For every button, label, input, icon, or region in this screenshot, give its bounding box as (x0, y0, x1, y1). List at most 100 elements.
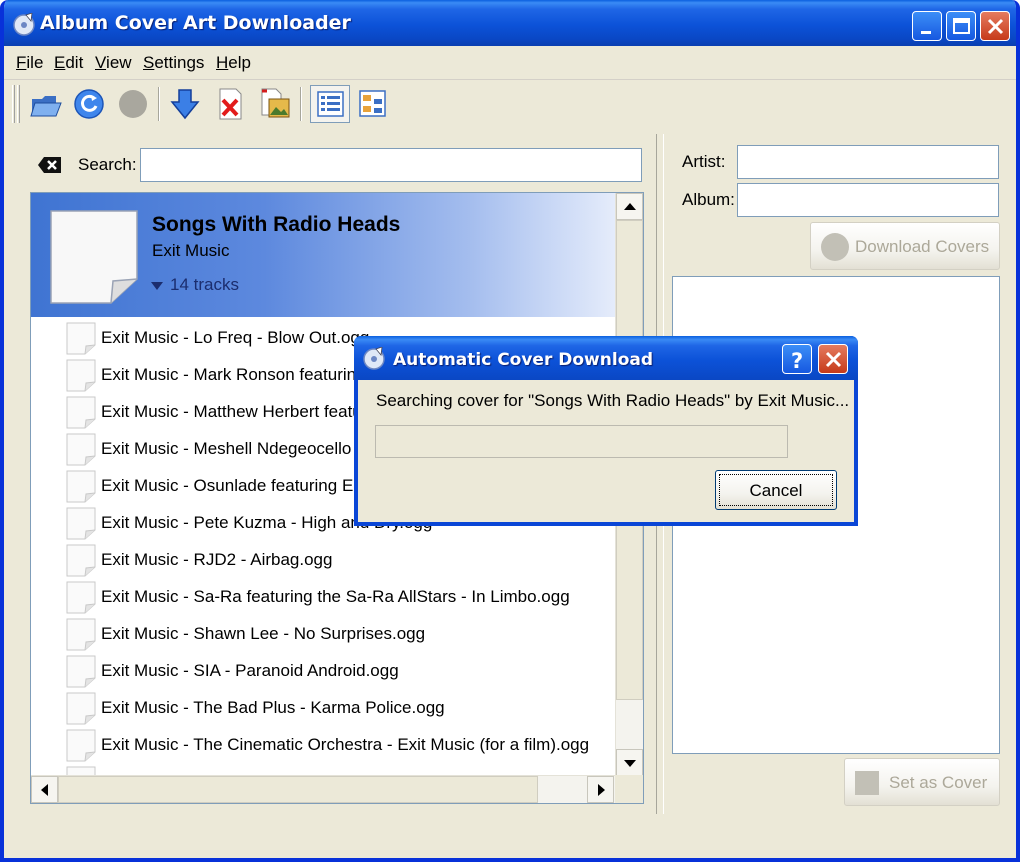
stop-icon (119, 90, 147, 118)
file-icon (66, 470, 96, 503)
album-cover-placeholder-icon (50, 210, 138, 304)
toolbar-grip[interactable] (12, 85, 15, 123)
album-title: Songs With Radio Heads (152, 213, 401, 236)
window-title: Album Cover Art Downloader (40, 12, 351, 34)
menu-settings[interactable]: Settings (143, 53, 204, 73)
file-icon (66, 692, 96, 725)
refresh-icon (74, 89, 104, 119)
file-icon (66, 359, 96, 392)
menu-edit[interactable]: Edit (54, 53, 83, 73)
album-label: Album: (682, 190, 735, 209)
scroll-up-button[interactable] (616, 193, 643, 220)
file-icon (66, 544, 96, 577)
file-icon (66, 507, 96, 540)
album-artist: Exit Music (152, 241, 230, 260)
set-cover-button[interactable] (254, 85, 294, 123)
scroll-left-button[interactable] (31, 776, 58, 803)
cancel-label: Cancel (749, 481, 803, 500)
scroll-up-icon (624, 203, 636, 210)
track-name: Exit Music - Meshell Ndegeocello a (101, 439, 366, 458)
minimize-button[interactable] (912, 11, 942, 41)
cancel-button[interactable]: Cancel (715, 470, 837, 510)
set-as-cover-button[interactable]: Set as Cover (844, 758, 1000, 806)
clear-search-icon[interactable] (36, 154, 64, 176)
search-input[interactable] (140, 148, 642, 182)
track-row[interactable]: Exit Music - RJD2 - Airbag.ogg (31, 541, 615, 578)
menu-help[interactable]: Help (216, 53, 251, 73)
track-row[interactable]: Exit Music - The Cinematic Orchestra - E… (31, 726, 615, 763)
dialog-close-icon (825, 351, 842, 368)
app-icon (13, 13, 35, 36)
download-progress-bar (375, 425, 788, 458)
track-row[interactable]: Exit Music - The Bad Plus - Karma Police… (31, 689, 615, 726)
list-view-icon (317, 91, 344, 117)
download-covers-button[interactable]: Download Covers (810, 222, 1000, 270)
download-covers-icon (821, 233, 849, 261)
list-view-button[interactable] (310, 85, 350, 123)
delete-button[interactable] (210, 85, 250, 123)
scroll-right-button[interactable] (587, 776, 614, 803)
album-group-header[interactable]: Songs With Radio Heads Exit Music 14 tra… (31, 193, 615, 317)
track-name: Exit Music - SIA - Paranoid Android.ogg (101, 661, 399, 680)
scroll-left-icon (41, 784, 48, 796)
file-icon (66, 322, 96, 355)
horizontal-scroll-thumb[interactable] (58, 776, 538, 803)
album-input[interactable] (737, 183, 999, 217)
track-name: Exit Music - Mark Ronson featuring (101, 365, 366, 384)
dialog-help-button[interactable]: ? (782, 344, 812, 374)
toolbar-grip-2 (17, 85, 20, 123)
scroll-down-button[interactable] (616, 749, 643, 776)
maximize-button[interactable] (946, 11, 976, 41)
dialog-message: Searching cover for "Songs With Radio He… (376, 391, 850, 410)
menu-file[interactable]: File (16, 53, 43, 73)
file-icon (66, 729, 96, 762)
tree-view-icon (359, 90, 386, 117)
download-covers-label: Download Covers (855, 237, 990, 256)
delete-icon (219, 88, 242, 120)
artist-input[interactable] (737, 145, 999, 179)
automatic-cover-download-dialog: Automatic Cover Download ? Searching cov… (354, 336, 858, 526)
scroll-right-icon (598, 784, 605, 796)
toolbar (8, 81, 400, 127)
menu-bar: File Edit View Settings Help (4, 46, 1016, 80)
collapse-arrow-icon[interactable] (151, 282, 163, 290)
refresh-button[interactable] (70, 85, 110, 123)
toolbar-separator-2 (300, 87, 302, 121)
main-window: Album Cover Art Downloader File Edit Vie… (0, 0, 1020, 862)
file-icon (66, 396, 96, 429)
set-as-cover-label: Set as Cover (889, 773, 988, 792)
search-label: Search: (78, 155, 137, 174)
stop-button[interactable] (114, 85, 154, 123)
tree-view-button[interactable] (352, 85, 392, 123)
open-folder-button[interactable] (26, 85, 66, 123)
scroll-down-icon (624, 760, 636, 767)
track-name: Exit Music - The Cinematic Orchestra - E… (101, 735, 590, 754)
toolbar-separator (158, 87, 160, 121)
file-icon (66, 655, 96, 688)
dialog-title-bar[interactable]: Automatic Cover Download ? (354, 336, 858, 380)
track-name: Exit Music - Lo Freq - Blow Out.ogg (101, 328, 370, 347)
scrollbar-corner (615, 775, 643, 803)
close-icon (987, 18, 1004, 35)
minimize-icon (921, 31, 931, 34)
track-row[interactable]: Exit Music - Sa-Ra featuring the Sa-Ra A… (31, 578, 615, 615)
track-name: Exit Music - The Bad Plus - Karma Police… (101, 698, 445, 717)
window-title-bar[interactable]: Album Cover Art Downloader (4, 0, 1016, 46)
file-icon (66, 618, 96, 651)
download-icon (170, 89, 200, 120)
help-icon: ? (791, 349, 803, 373)
track-name: Exit Music - Sa-Ra featuring the Sa-Ra A… (101, 587, 570, 606)
dialog-app-icon (363, 347, 385, 370)
menu-view[interactable]: View (95, 53, 132, 73)
track-row[interactable]: Exit Music - SIA - Paranoid Android.ogg (31, 652, 615, 689)
set-as-cover-icon (855, 771, 879, 795)
dialog-close-button[interactable] (818, 344, 848, 374)
close-button[interactable] (980, 11, 1010, 41)
maximize-icon (953, 18, 970, 34)
track-name: Exit Music - Matthew Herbert featu (101, 402, 362, 421)
file-icon (66, 581, 96, 614)
track-row[interactable]: Exit Music - Shawn Lee - No Surprises.og… (31, 615, 615, 652)
track-name: Exit Music - Shawn Lee - No Surprises.og… (101, 624, 426, 643)
horizontal-scrollbar[interactable] (31, 775, 615, 803)
download-button[interactable] (166, 85, 206, 123)
